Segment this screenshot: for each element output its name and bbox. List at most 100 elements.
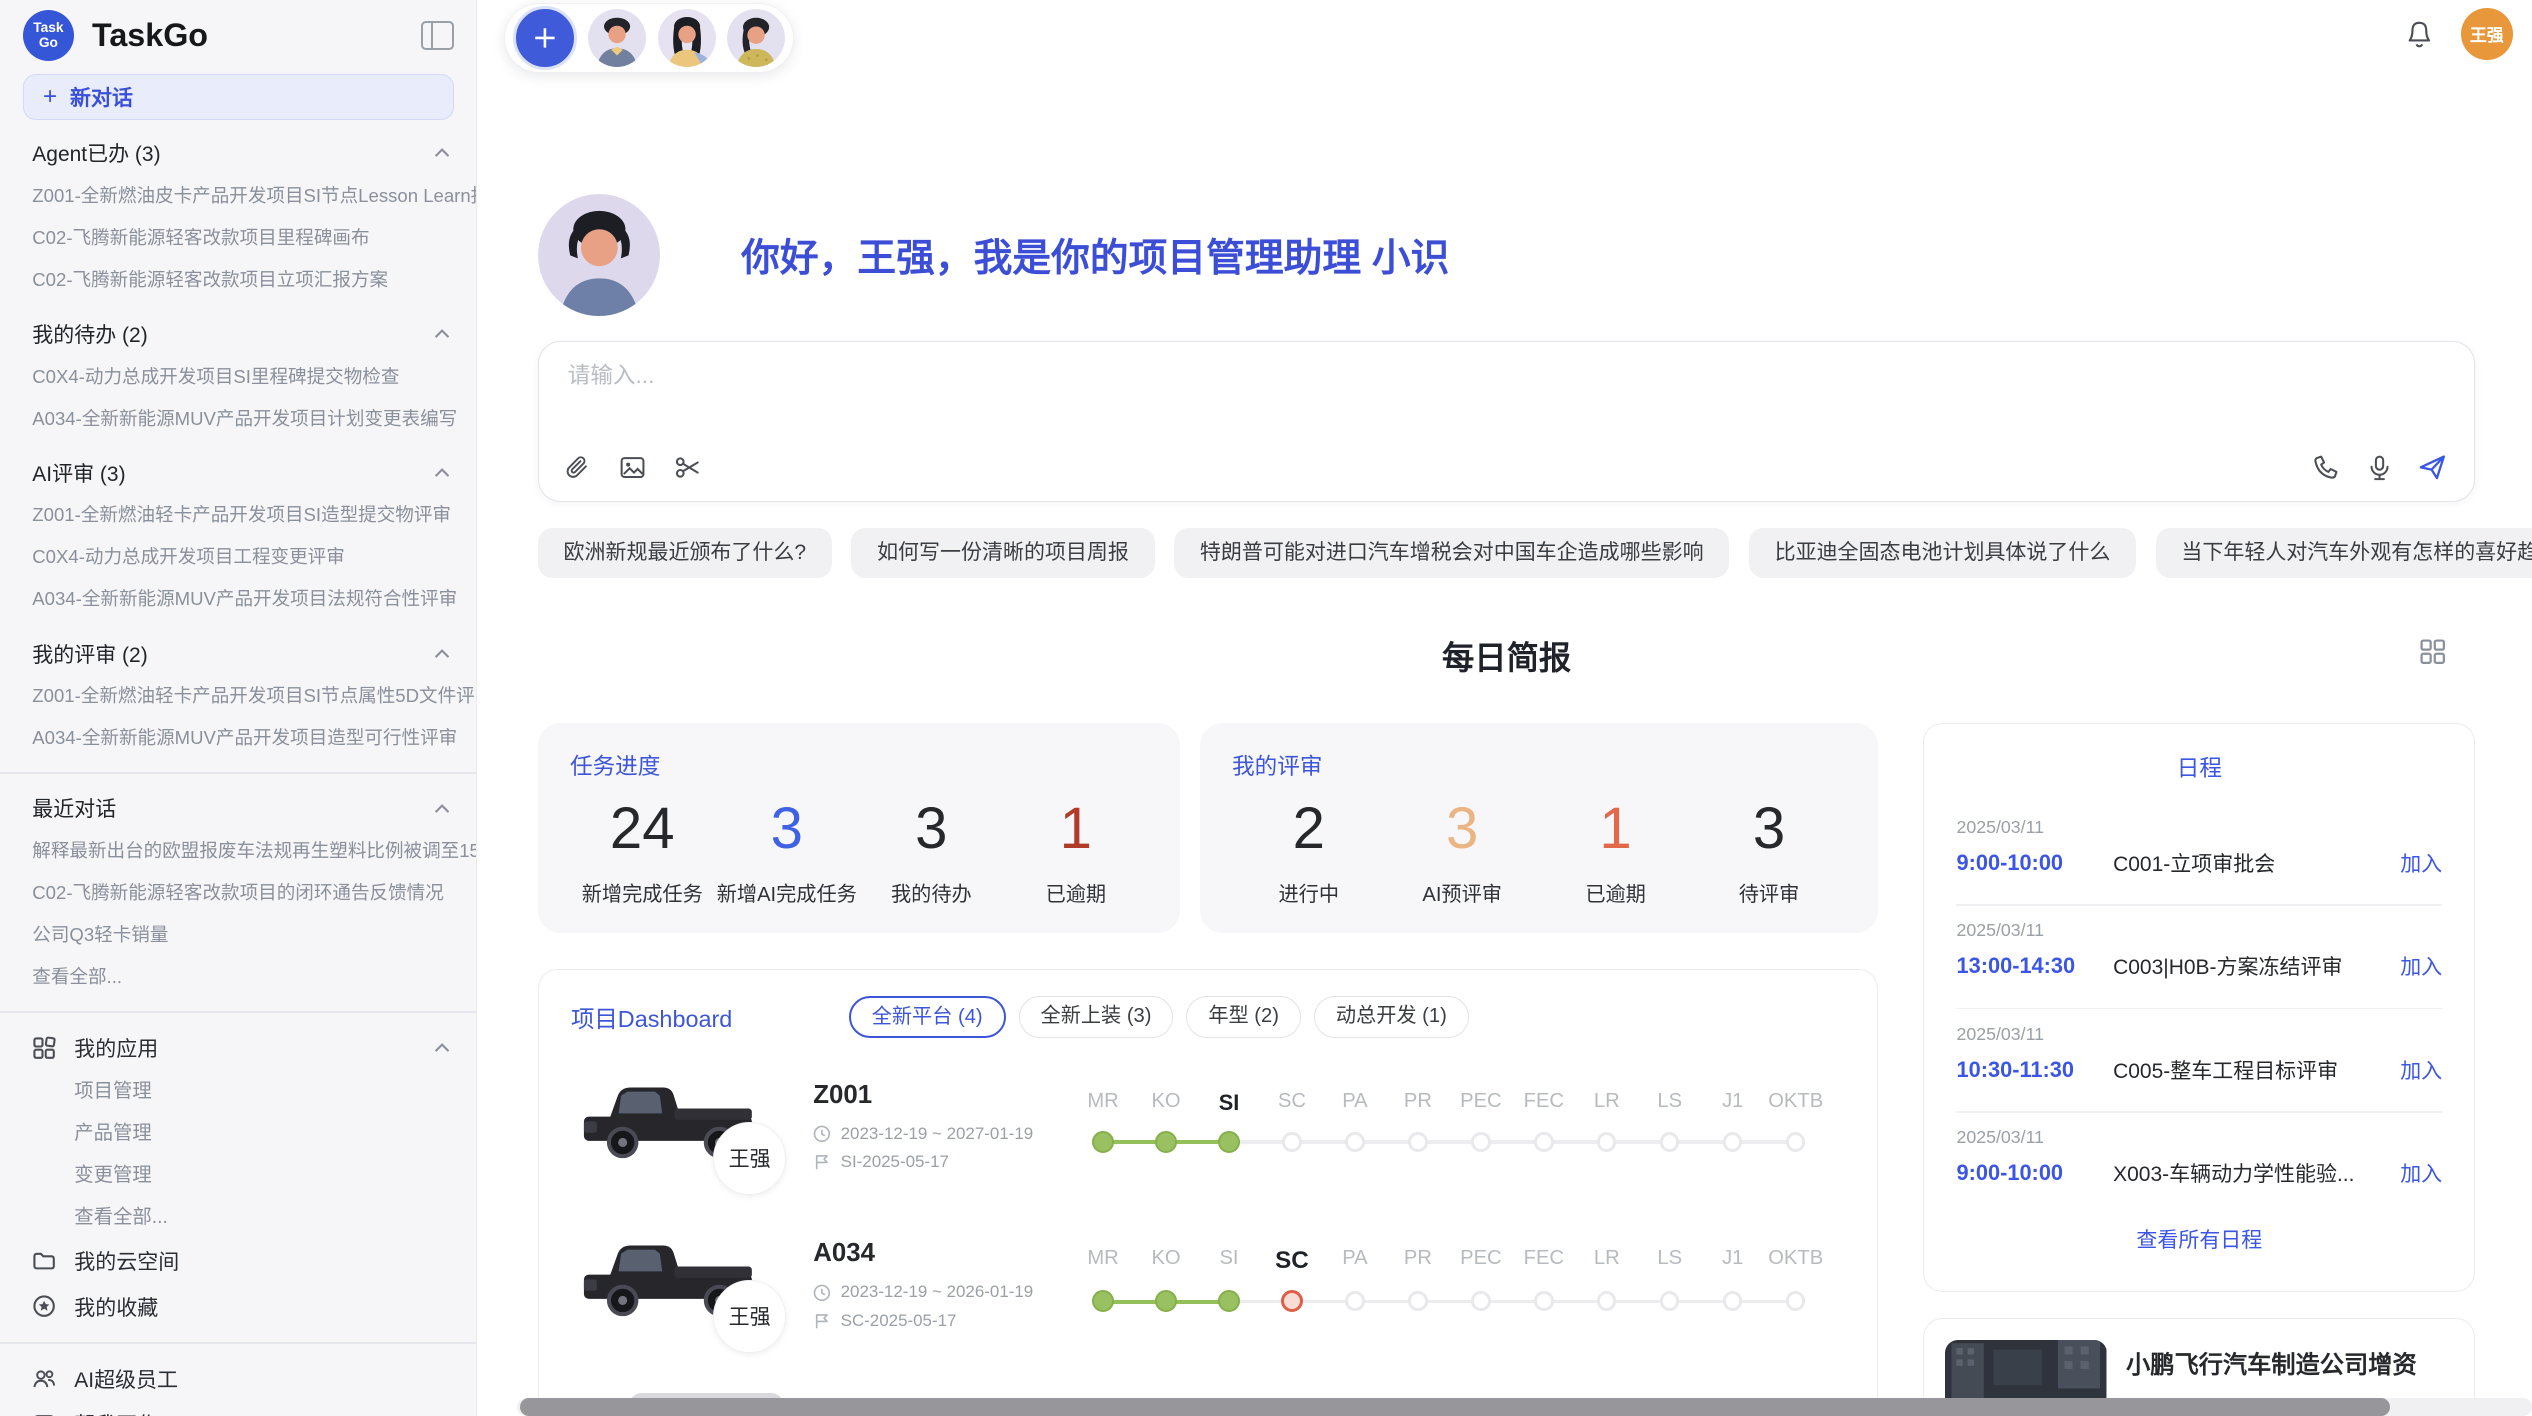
stat: 24 新增完成任务 [570,795,715,906]
avatar[interactable] [658,9,716,67]
milestone-label: FEC [1512,1247,1575,1275]
sidebar-item-my-apps[interactable]: 我的应用 [0,1026,476,1071]
sidebar-sub-item[interactable]: 项目管理 [0,1071,476,1113]
milestone-label: PEC [1449,1090,1512,1116]
project-flag-milestone: SC-2025-05-17 [841,1311,957,1331]
sidebar-item[interactable]: Z001-全新燃油皮卡产品开发项目SI节点Lesson Learn报告 [0,175,476,217]
sidebar-item[interactable]: A034-全新新能源MUV产品开发项目造型可行性评审 [0,717,476,759]
sidebar-item-cloud[interactable]: 我的云空间 [0,1239,476,1284]
sidebar-collapse-icon[interactable] [421,21,454,51]
stat-label: 新增AI完成任务 [715,878,860,907]
sidebar-item[interactable]: 查看全部... [0,956,476,998]
sidebar-sub-item[interactable]: 查看全部... [0,1197,476,1239]
view-all-schedule-link[interactable]: 查看所有日程 [1924,1224,2474,1254]
schedule-item: 2025/03/11 13:00-14:30 C003|H0B-方案冻结评审 加… [1924,906,2474,995]
sidebar-tool-item[interactable]: 帮我写作 [0,1402,476,1416]
sidebar-section-header[interactable]: 我的待办 (2) [0,312,476,356]
milestone-label: KO [1135,1090,1198,1116]
schedule-item: 2025/03/11 10:30-11:30 C005-整车工程目标评审 加入 [1924,1009,2474,1098]
milestone-label: PR [1386,1090,1449,1116]
sidebar-sub-item[interactable]: 产品管理 [0,1113,476,1155]
sidebar-item-favorites[interactable]: 我的收藏 [0,1284,476,1329]
attachment-icon[interactable] [561,451,593,483]
sidebar-item[interactable]: 公司Q3轻卡销量 [0,914,476,956]
new-chat-button[interactable]: + 新对话 [23,74,454,120]
milestone-dot [1471,1132,1490,1151]
sidebar-item[interactable]: C02-飞腾新能源轻客改款项目的闭环通告反馈情况 [0,872,476,914]
sidebar-item[interactable]: C0X4-动力总成开发项目SI里程碑提交物检查 [0,356,476,398]
milestone-label: PA [1323,1247,1386,1275]
stat-value: 3 [715,795,860,863]
stats-row: 24 新增完成任务 3 新增AI完成任务 3 我的待办 1 已逾期 [570,795,1148,906]
milestone-label: SI [1198,1247,1261,1275]
notification-bell-icon[interactable] [2403,18,2435,50]
suggestion-chip[interactable]: 特朗普可能对进口汽车增税会对中国车企造成哪些影响 [1174,528,1729,578]
dashboard-tab[interactable]: 动总开发 (1) [1314,996,1469,1038]
sidebar-item[interactable]: C0X4-动力总成开发项目工程变更评审 [0,536,476,578]
join-link[interactable]: 加入 [2400,848,2442,878]
composer[interactable] [538,341,2476,502]
sidebar-item[interactable]: A034-全新新能源MUV产品开发项目计划变更表编写 [0,398,476,440]
assistant-avatar [538,194,661,317]
send-icon[interactable] [2416,451,2448,483]
scissors-icon[interactable] [671,451,703,483]
join-link[interactable]: 加入 [2400,951,2442,981]
stat-label: AI预评审 [1385,878,1538,907]
scrollbar-thumb[interactable] [520,1398,2390,1416]
schedule-date: 2025/03/11 [1956,817,2442,838]
main-area: 王强 你好，王强，我是你的项目管理助理 小识 [478,0,2532,1416]
milestone-label: OKTB [1764,1090,1827,1116]
sidebar-item[interactable]: 解释最新出台的欧盟报废车法规再生塑料比例被调至15%... [0,830,476,872]
layout-grid-icon[interactable] [2419,638,2446,672]
user-avatar[interactable]: 王强 [2461,8,2513,60]
join-link[interactable]: 加入 [2400,1055,2442,1085]
suggestion-chip[interactable]: 欧洲新规最近颁布了什么? [538,528,832,578]
avatar[interactable] [727,9,785,67]
join-link[interactable]: 加入 [2400,1158,2442,1188]
suggestion-chips: 欧洲新规最近颁布了什么? 如何写一份清晰的项目周报特朗普可能对进口汽车增税会对中国… [538,528,2532,578]
sidebar-item[interactable]: C02-飞腾新能源轻客改款项目立项汇报方案 [0,259,476,301]
app-logo: Task Go [23,10,75,62]
milestone-dot [1723,1291,1742,1310]
project-date-range: 2023-12-19 ~ 2026-01-19 [841,1282,1034,1302]
suggestion-chip[interactable]: 如何写一份清晰的项目周报 [851,528,1154,578]
mic-icon[interactable] [2363,451,2395,483]
sidebar-section-header[interactable]: Agent已办 (3) [0,131,476,175]
sidebar-section-header[interactable]: 最近对话 [0,787,476,831]
stat: 2 进行中 [1232,795,1385,906]
sidebar-section-header[interactable]: AI评审 (3) [0,451,476,495]
stat-label: 新增完成任务 [570,878,715,907]
sidebar-sub-item[interactable]: 变更管理 [0,1155,476,1197]
sidebar: Task Go TaskGo + 新对话 Agent已办 (3) Z001-全新… [0,0,477,1416]
chat-input[interactable] [565,361,2025,390]
milestone-label: PR [1386,1247,1449,1275]
ai-staff-icon [32,1367,56,1391]
stat-value: 1 [1004,795,1149,863]
sidebar-section-header[interactable]: 我的评审 (2) [0,632,476,676]
phone-icon[interactable] [2310,451,2342,483]
sidebar-tool-item[interactable]: AI超级员工 [0,1357,476,1402]
greeting-text: 你好，王强，我是你的项目管理助理 小识 [741,227,1449,283]
avatar[interactable] [588,9,646,67]
sidebar-item[interactable]: Z001-全新燃油轻卡产品开发项目SI节点属性5D文件评审 [0,675,476,717]
sidebar-item[interactable]: A034-全新新能源MUV产品开发项目法规符合性评审 [0,578,476,620]
milestone-label: LS [1638,1247,1701,1275]
image-icon[interactable] [616,451,648,483]
milestone-label: OKTB [1764,1247,1827,1275]
suggestion-chip[interactable]: 比亚迪全固态电池计划具体说了什么 [1749,528,2136,578]
write-icon [32,1412,56,1416]
sidebar-item[interactable]: Z001-全新燃油轻卡产品开发项目SI造型提交物评审 [0,494,476,536]
suggestion-chip[interactable]: 当下年轻人对汽车外观有怎样的喜好趋势 [2156,528,2532,578]
stat: 3 待评审 [1692,795,1845,906]
sidebar-item[interactable]: C02-飞腾新能源轻客改款项目里程碑画布 [0,217,476,259]
project-row: 王强 Z001 2023-12-19 ~ 2027-01-19 SI-2025-… [539,1047,1877,1205]
chevron-up-icon [434,329,450,339]
plus-icon [532,25,558,51]
stats-row: 2 进行中 3 AI预评审 1 已逾期 3 待评审 [1232,795,1846,906]
dashboard-tab[interactable]: 全新上装 (3) [1019,996,1174,1038]
add-agent-button[interactable] [513,6,577,70]
dashboard-tab[interactable]: 年型 (2) [1186,996,1301,1038]
stat-label: 我的待办 [859,878,1004,907]
milestone-label: KO [1135,1247,1198,1275]
dashboard-tab[interactable]: 全新平台 (4) [849,996,1006,1038]
